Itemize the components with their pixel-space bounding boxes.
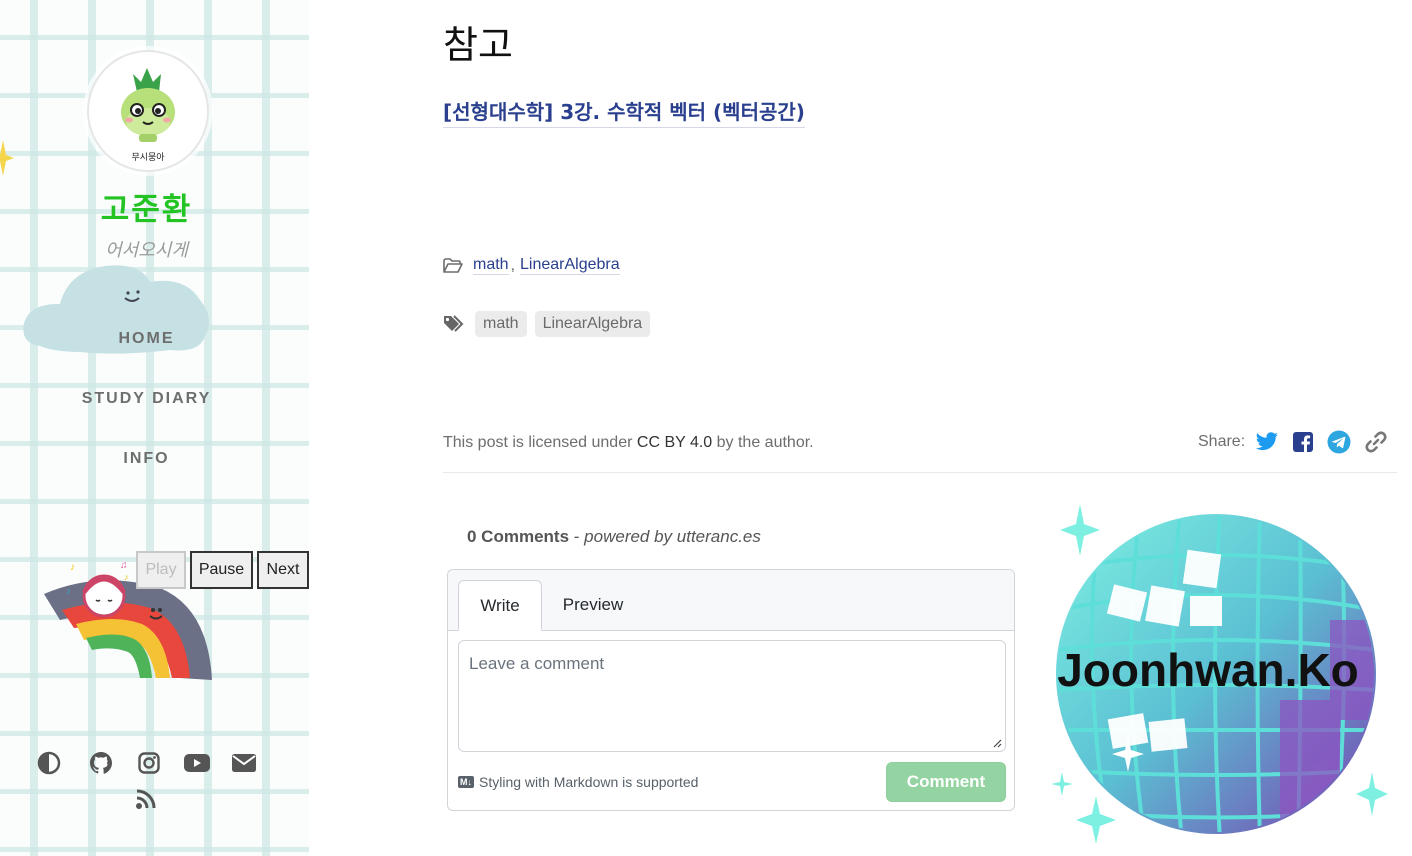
disco-ball-text: Joonhwan.Ko [1057,644,1359,696]
github-icon[interactable] [89,751,113,775]
sidebar: 무시뭉아 고준환 어서오시게 HOME STUDY DIARY INFO ♪ ♫… [0,0,309,856]
avatar[interactable]: 무시뭉아 [87,50,209,172]
sparkle-icon [0,140,14,176]
tag-linearalgebra[interactable]: LinearAlgebra [534,311,651,337]
tab-write[interactable]: Write [458,580,542,631]
comment-tabs: Write Preview [448,570,1014,631]
site-title[interactable]: 고준환 [0,184,293,229]
tag-math[interactable]: math [475,311,527,337]
category-link-math[interactable]: math [473,256,509,275]
page-heading: 참고 [443,23,513,67]
comment-form: Write Preview Leave a comment M↓ Styling… [447,569,1015,811]
comments-header: 0 Comments - powered by utteranc.es [467,527,761,547]
resize-grip-icon[interactable] [992,738,1002,748]
instagram-icon[interactable] [137,751,161,775]
svg-text:♪: ♪ [66,586,71,596]
share-label: Share: [1198,433,1246,450]
rss-icon[interactable] [135,788,157,810]
email-icon[interactable] [231,752,257,774]
avatar-caption: 무시뭉아 [131,152,165,162]
theme-toggle-icon[interactable] [37,751,61,775]
sidebar-bottom-icons [35,748,275,818]
category-separator: , [510,256,516,274]
play-button[interactable]: Play [136,551,186,589]
powered-by[interactable]: powered by utteranc.es [584,527,761,546]
post-categories: math , LinearAlgebra [443,256,620,275]
next-button[interactable]: Next [257,551,309,589]
disco-ball-logo: Joonhwan.Ko [1051,504,1388,844]
comments-header-separator: - [573,527,580,546]
tags-icon [444,315,464,332]
license-prefix: This post is licensed under [443,434,633,451]
telegram-icon[interactable] [1327,430,1351,454]
svg-text:♪: ♪ [124,572,129,582]
comment-placeholder: Leave a comment [469,654,605,673]
post-tags: math LinearAlgebra [443,311,651,337]
nav-study-diary[interactable]: STUDY DIARY [0,390,293,408]
facebook-icon[interactable] [1292,431,1314,453]
license-suffix: by the author. [716,434,814,451]
svg-text:♪: ♪ [70,562,75,573]
link-icon[interactable] [1364,430,1388,454]
nav-home[interactable]: HOME [0,330,293,348]
svg-text:♫: ♫ [120,560,128,571]
twitter-icon[interactable] [1255,431,1279,453]
comment-submit-button[interactable]: Comment [886,762,1006,802]
divider [443,472,1397,473]
reference-link[interactable]: [선형대수학] 3강. 수학적 벡터 (벡터공간) [443,96,805,128]
markdown-icon: M↓ [458,776,474,788]
markdown-note-text[interactable]: Styling with Markdown is supported [479,774,698,790]
folder-open-icon [443,257,463,273]
comment-count: 0 Comments [467,527,570,546]
category-link-linearalgebra[interactable]: LinearAlgebra [520,256,620,275]
pause-button[interactable]: Pause [190,551,253,589]
markdown-note: M↓ Styling with Markdown is supported [458,774,698,790]
tab-preview[interactable]: Preview [548,580,638,630]
nav-info[interactable]: INFO [0,450,293,468]
youtube-icon[interactable] [183,751,211,775]
license-note: This post is licensed under CC BY 4.0 by… [443,434,814,452]
license-name[interactable]: CC BY 4.0 [637,434,712,451]
comment-textarea[interactable]: Leave a comment [458,640,1006,752]
share-bar: Share: [1198,430,1388,454]
